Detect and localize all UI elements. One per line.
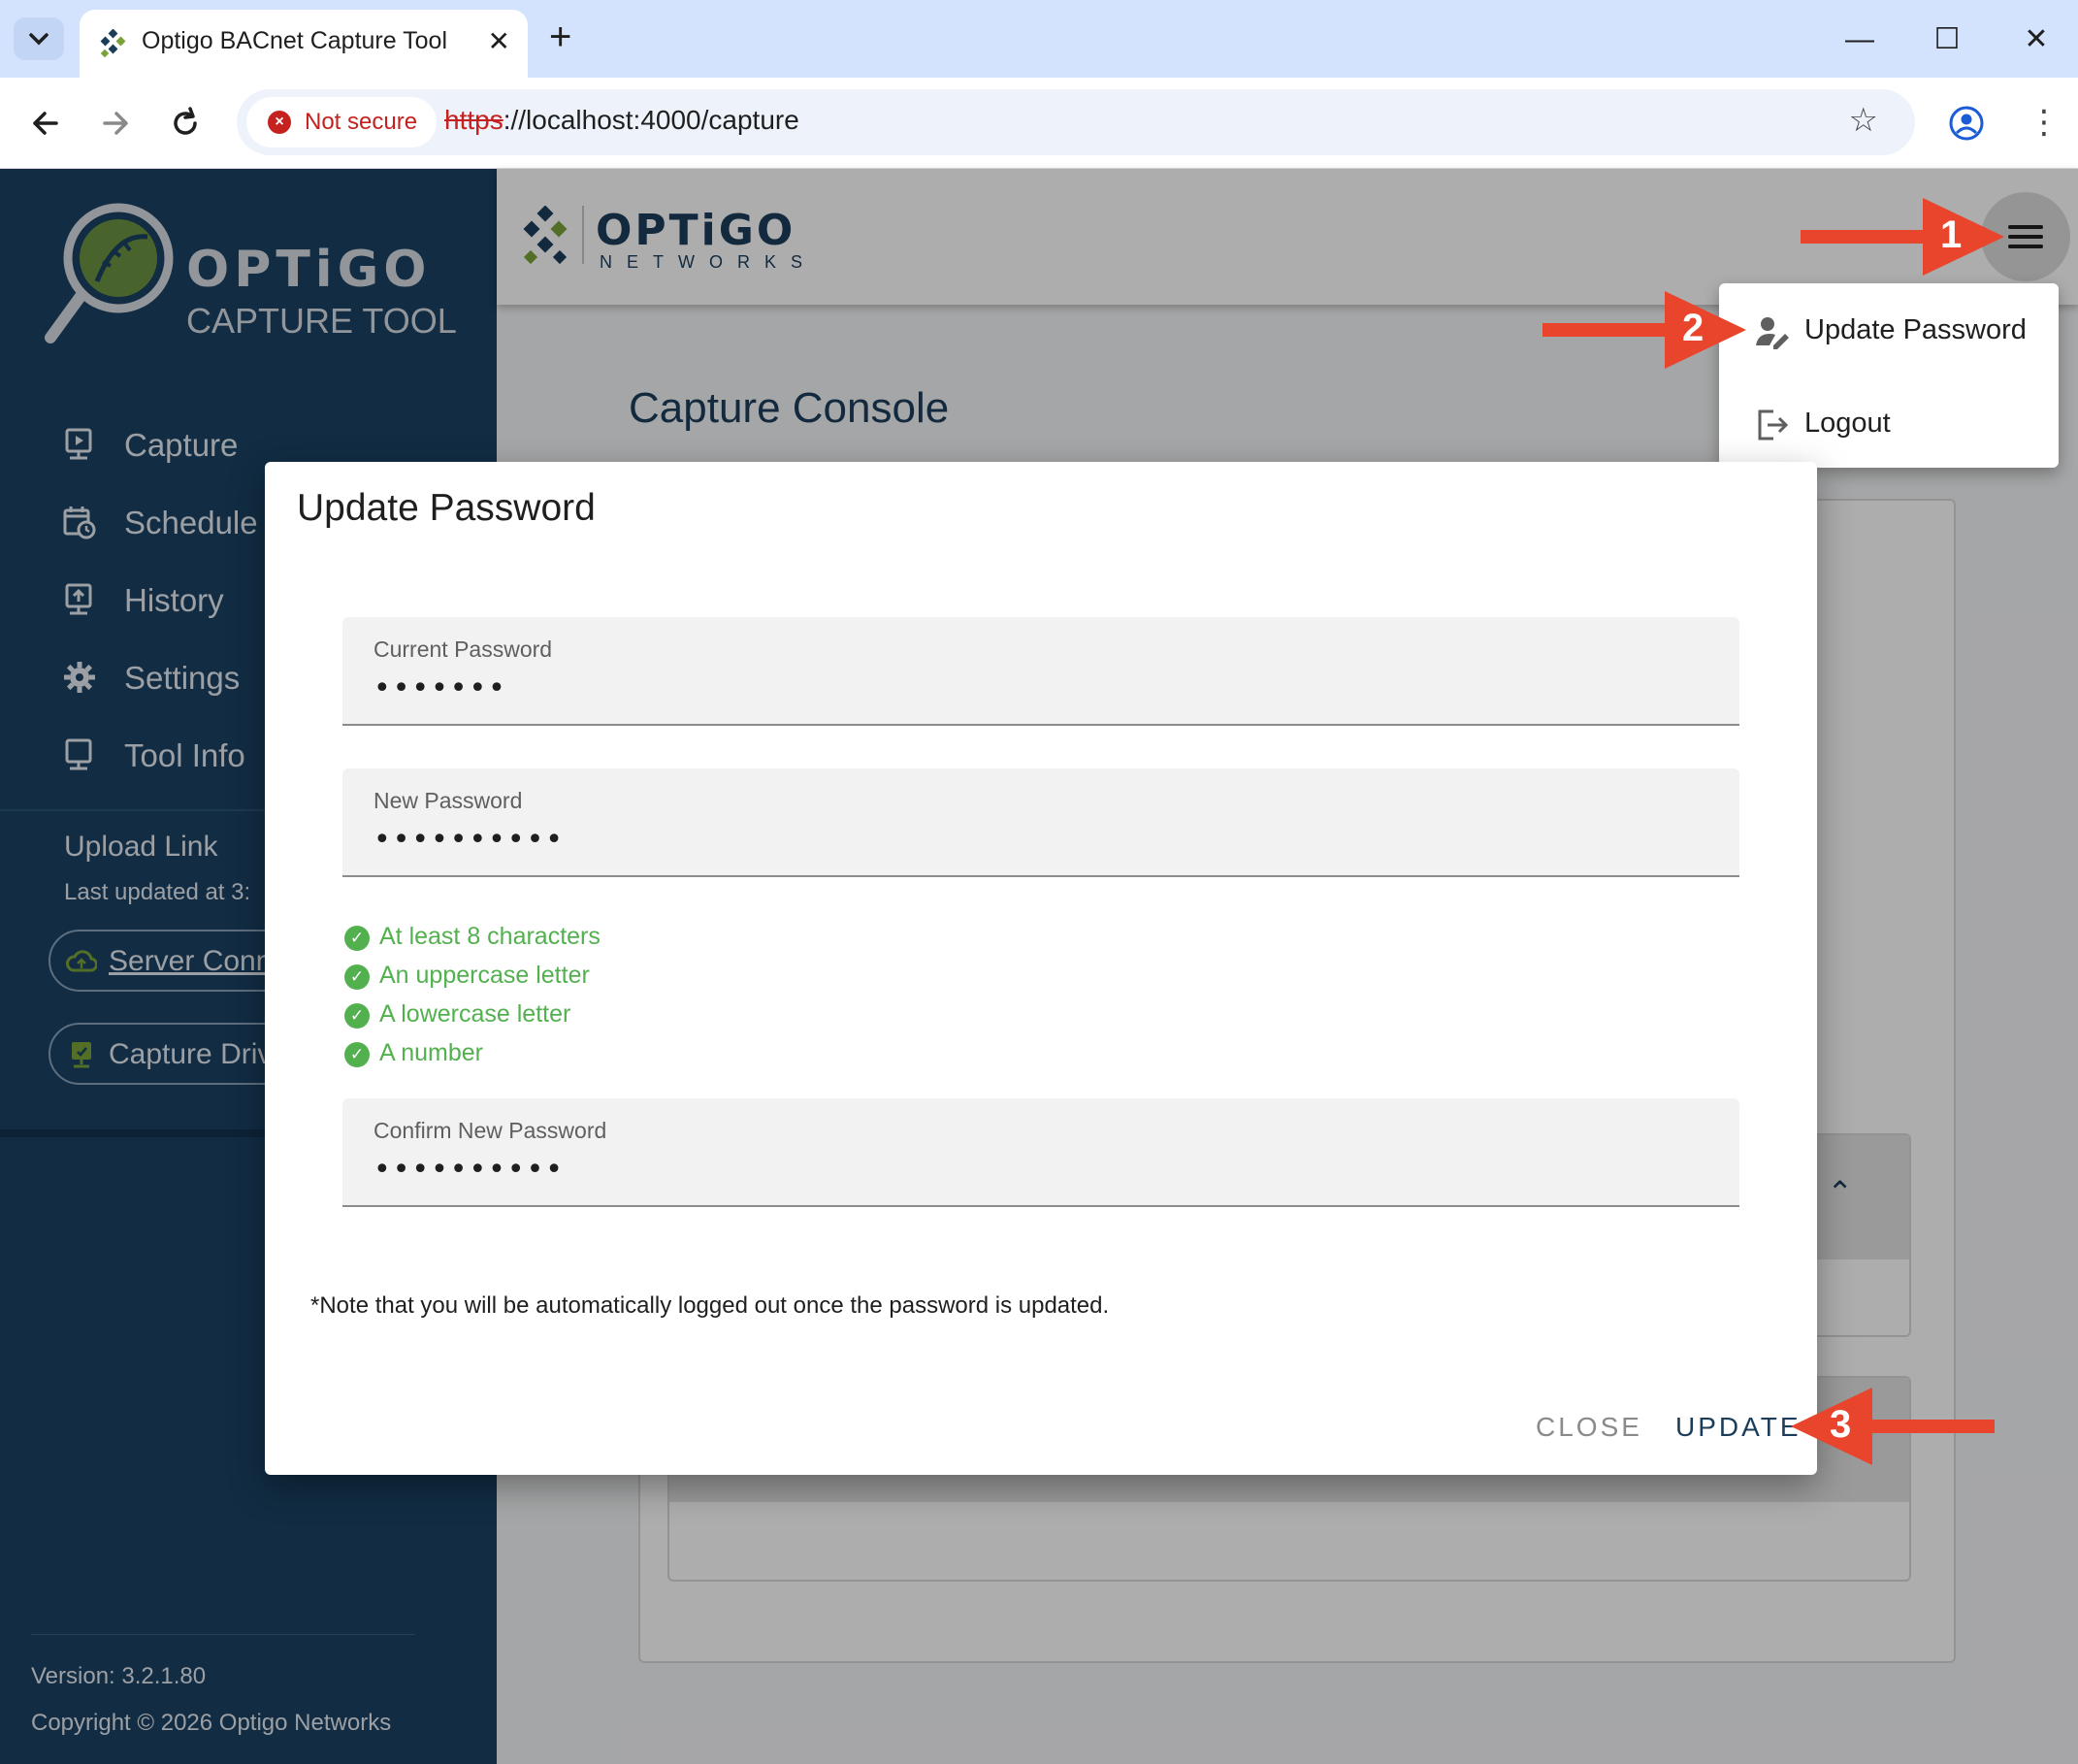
menu-item-update-password[interactable]: Update Password bbox=[1719, 287, 2059, 375]
maximize-icon[interactable]: ☐ bbox=[1925, 17, 1969, 62]
url-scheme: https bbox=[444, 105, 503, 135]
new-password-input[interactable] bbox=[373, 823, 1693, 857]
requirement-text: At least 8 characters bbox=[379, 923, 601, 950]
current-password-field[interactable]: Current Password bbox=[342, 617, 1739, 726]
url-text[interactable]: https://localhost:4000/capture bbox=[444, 105, 799, 136]
annotation-arrow-1: 1 bbox=[1801, 198, 2004, 276]
chevron-down-icon bbox=[29, 33, 49, 46]
kebab-menu-icon[interactable]: ⋮ bbox=[2028, 103, 2061, 142]
annotation-arrow-2: 2 bbox=[1542, 291, 1746, 369]
update-password-dialog: Update Password Current Password New Pas… bbox=[265, 462, 1817, 1475]
optigo-favicon-icon bbox=[100, 29, 126, 58]
requirement-item: ✓ At least 8 characters bbox=[344, 922, 926, 955]
profile-icon[interactable] bbox=[1948, 105, 1985, 142]
new-tab-button[interactable]: + bbox=[549, 16, 571, 58]
tab-list-button[interactable] bbox=[14, 17, 64, 60]
user-edit-icon bbox=[1756, 317, 1789, 349]
arrow-shaft bbox=[1801, 230, 1929, 244]
confirm-password-label: Confirm New Password bbox=[373, 1118, 607, 1143]
back-icon[interactable] bbox=[21, 99, 70, 147]
url-path: ://localhost:4000/capture bbox=[503, 105, 799, 135]
logout-icon bbox=[1758, 409, 1789, 441]
check-circle-icon: ✓ bbox=[344, 964, 370, 990]
arrow-shaft bbox=[1542, 323, 1671, 337]
arrow-head bbox=[1923, 198, 2004, 276]
minimize-icon[interactable]: — bbox=[1837, 17, 1882, 62]
menu-item-logout[interactable]: Logout bbox=[1719, 380, 2059, 468]
security-label: Not secure bbox=[305, 109, 418, 135]
logout-note: *Note that you will be automatically log… bbox=[310, 1292, 1110, 1319]
close-tab-icon[interactable]: ✕ bbox=[488, 25, 510, 57]
browser-toolbar: × Not secure https://localhost:4000/capt… bbox=[0, 78, 2078, 169]
arrow-head bbox=[1665, 291, 1746, 369]
tab-title: Optigo BACnet Capture Tool bbox=[142, 27, 448, 54]
requirement-text: An uppercase letter bbox=[379, 962, 590, 989]
annotation-arrow-3: 3 bbox=[1791, 1388, 1995, 1465]
check-circle-icon: ✓ bbox=[344, 1003, 370, 1029]
new-password-label: New Password bbox=[373, 788, 523, 813]
step-number: 2 bbox=[1682, 307, 1705, 349]
star-icon[interactable]: ☆ bbox=[1849, 101, 1878, 140]
reload-icon[interactable] bbox=[161, 99, 210, 147]
step-number: 3 bbox=[1830, 1403, 1852, 1446]
new-password-field[interactable]: New Password bbox=[342, 768, 1739, 877]
arrow-shaft bbox=[1867, 1420, 1995, 1433]
update-button[interactable]: UPDATE bbox=[1675, 1403, 1802, 1452]
current-password-input[interactable] bbox=[373, 671, 1693, 705]
browser-tab-active[interactable]: Optigo BACnet Capture Tool ✕ bbox=[80, 10, 528, 78]
close-window-icon[interactable]: ✕ bbox=[2014, 17, 2059, 62]
step-number: 1 bbox=[1940, 213, 1963, 256]
menu-item-label: Logout bbox=[1804, 408, 1891, 439]
requirement-text: A lowercase letter bbox=[379, 1000, 571, 1028]
current-password-label: Current Password bbox=[373, 637, 553, 662]
browser-tab-strip: Optigo BACnet Capture Tool ✕ + — ☐ ✕ bbox=[0, 0, 2078, 78]
requirement-item: ✓ A number bbox=[344, 1038, 926, 1071]
requirement-item: ✓ A lowercase letter bbox=[344, 999, 926, 1032]
confirm-password-field[interactable]: Confirm New Password bbox=[342, 1098, 1739, 1207]
user-menu: Update Password Logout bbox=[1719, 283, 2059, 468]
confirm-password-input[interactable] bbox=[373, 1153, 1693, 1187]
requirement-text: A number bbox=[379, 1039, 484, 1066]
address-bar[interactable]: × Not secure https://localhost:4000/capt… bbox=[237, 89, 1915, 155]
close-button[interactable]: CLOSE bbox=[1536, 1403, 1642, 1452]
dialog-title: Update Password bbox=[297, 487, 596, 529]
check-circle-icon: ✓ bbox=[344, 1042, 370, 1067]
check-circle-icon: ✓ bbox=[344, 926, 370, 951]
not-secure-icon: × bbox=[268, 111, 291, 134]
menu-item-label: Update Password bbox=[1804, 314, 2027, 345]
requirement-item: ✓ An uppercase letter bbox=[344, 961, 926, 994]
forward-icon[interactable] bbox=[91, 99, 140, 147]
